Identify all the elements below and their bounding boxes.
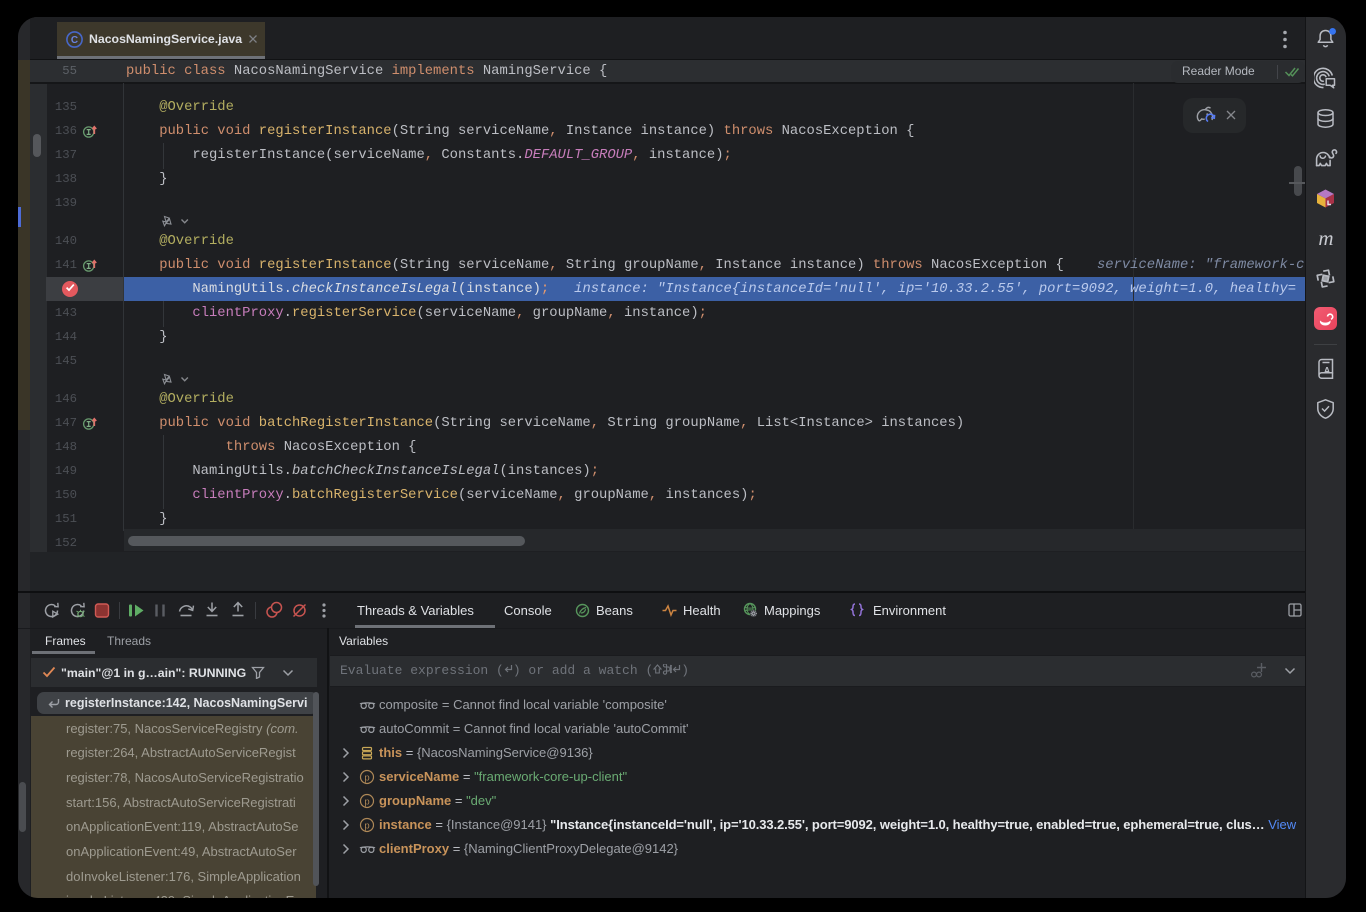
- svg-text:A: A: [1324, 365, 1331, 375]
- svg-text:p: p: [364, 820, 369, 831]
- svg-text:p: p: [364, 796, 369, 807]
- svg-text:p: p: [364, 772, 369, 783]
- svg-text:C: C: [71, 35, 78, 46]
